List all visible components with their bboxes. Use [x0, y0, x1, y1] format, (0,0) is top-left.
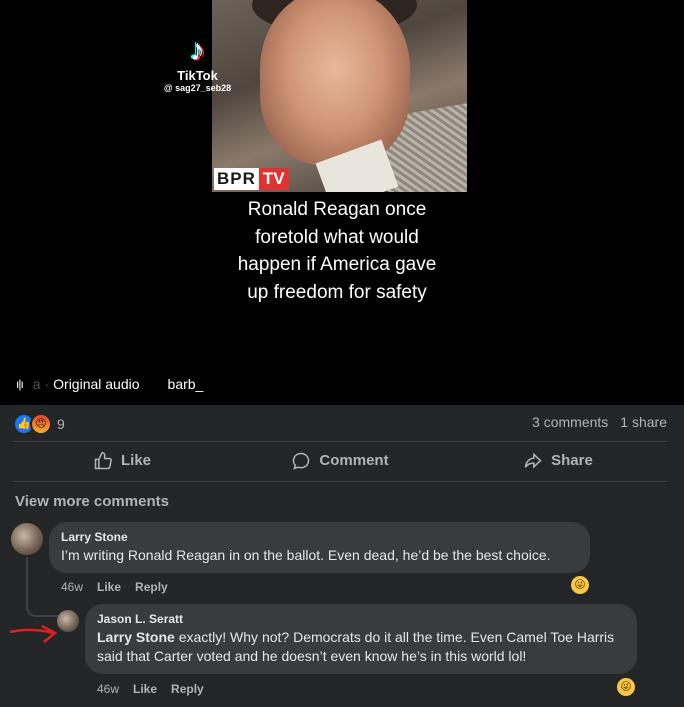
tiktok-label: TikTok [177, 68, 218, 83]
face [260, 0, 410, 165]
comment-bubble: Jason L. Seratt Larry Stone exactly! Why… [85, 604, 637, 674]
comment-meta: 46w Like Reply [97, 682, 204, 696]
comment-author[interactable]: Jason L. Seratt [97, 612, 625, 626]
laughing-reaction-icon[interactable]: 😜 [617, 678, 635, 696]
reaction-summary[interactable]: 👍 😠 9 [13, 413, 65, 435]
like-button[interactable]: Like [13, 444, 231, 477]
share-button[interactable]: Share [449, 444, 667, 477]
share-label: Share [551, 452, 593, 469]
comment-time[interactable]: 46w [97, 682, 119, 696]
comment-text-body: exactly! Why not? Democrats do it all th… [97, 629, 615, 664]
comment-like-button[interactable]: Like [97, 580, 121, 594]
audio-bars-icon: ı|ı [16, 377, 24, 391]
post-stats: 3 comments 1 share [532, 414, 667, 430]
red-arrow-annotation [9, 624, 58, 643]
comment-like-button[interactable]: Like [133, 682, 157, 696]
comment-author[interactable]: Larry Stone [61, 530, 578, 544]
thumbs-up-icon [94, 451, 112, 469]
comment-reply-button[interactable]: Reply [171, 682, 204, 696]
angry-reaction-icon: 😠 [30, 413, 52, 435]
tiktok-handle: @ sag27_seb28 [163, 83, 232, 93]
divider [13, 441, 667, 442]
comment-meta: 46w Like Reply [61, 580, 168, 594]
mention-link[interactable]: Larry Stone [97, 629, 175, 645]
comment-text: Larry Stone exactly! Why not? Democrats … [97, 628, 625, 666]
audio-prefix: a · [32, 376, 50, 392]
tv-label: TV [258, 168, 289, 190]
avatar[interactable] [57, 610, 79, 632]
view-more-comments[interactable]: View more comments [15, 493, 169, 510]
comments-count[interactable]: 3 comments [532, 414, 608, 430]
video-player[interactable]: BPR TV ♪ TikTok @ sag27_seb28 Ronald Rea… [0, 0, 684, 405]
divider [13, 481, 667, 482]
post-actions: Like Comment Share [13, 444, 667, 477]
video-caption: Ronald Reagan once foretold what would h… [237, 199, 437, 303]
bpr-tv-watermark: BPR TV [214, 168, 289, 190]
comment-reply-button[interactable]: Reply [135, 580, 168, 594]
audio-row[interactable]: ı|ı a · Original audio barb_ [16, 376, 203, 392]
video-frame: BPR TV [212, 0, 467, 192]
like-label: Like [120, 452, 151, 469]
avatar[interactable] [11, 523, 43, 555]
tiktok-icon: ♪ [190, 34, 205, 67]
comment-bubble: Larry Stone I’m writing Ronald Reagan in… [49, 522, 590, 573]
reaction-count: 9 [57, 416, 65, 432]
shares-count[interactable]: 1 share [620, 414, 667, 430]
bpr-label: BPR [214, 168, 259, 190]
original-audio-label: Original audio [53, 376, 140, 392]
comment-icon [293, 452, 310, 470]
laughing-reaction-icon[interactable]: 😜 [571, 576, 589, 594]
comment-time[interactable]: 46w [61, 580, 83, 594]
tiktok-watermark: ♪ TikTok @ sag27_seb28 [150, 34, 245, 94]
share-icon [524, 452, 542, 469]
audio-user[interactable]: barb_ [168, 376, 204, 392]
comment-text: I’m writing Ronald Reagan in on the ball… [61, 547, 551, 563]
comment-button[interactable]: Comment [231, 444, 449, 477]
comment-label: Comment [319, 452, 389, 469]
